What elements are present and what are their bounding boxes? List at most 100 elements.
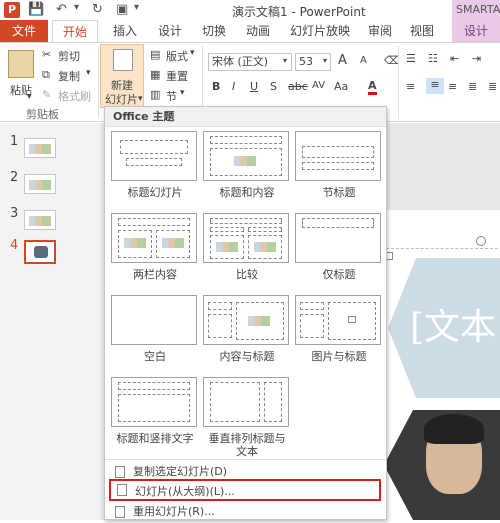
format-painter-icon[interactable]: ✎ bbox=[42, 88, 51, 101]
portrait-hair bbox=[424, 414, 484, 444]
selection-outline bbox=[386, 248, 498, 254]
tab-review[interactable]: 审阅 bbox=[360, 20, 400, 42]
layout-vertical-title-text[interactable] bbox=[203, 377, 289, 427]
justify-icon[interactable]: ≣ bbox=[468, 80, 477, 93]
layout-title-content[interactable] bbox=[203, 131, 289, 181]
increase-indent-icon[interactable]: ⇥ bbox=[472, 52, 481, 65]
reset-icon[interactable]: ▦ bbox=[150, 68, 160, 81]
undo-dropdown-icon[interactable]: ▾ bbox=[74, 2, 79, 13]
strikethrough-button[interactable]: abc bbox=[288, 80, 308, 93]
new-slide-button[interactable]: 新建 幻灯片 ▾ bbox=[100, 44, 144, 108]
font-name-select[interactable]: 宋体 (正文) bbox=[208, 53, 292, 71]
numbering-icon[interactable]: ☷ bbox=[428, 52, 438, 65]
cut-icon[interactable]: ✂ bbox=[42, 48, 51, 61]
placeholder bbox=[300, 314, 324, 338]
layout-dropdown-icon[interactable]: ▾ bbox=[190, 48, 195, 58]
new-slide-dropdown: Office 主题 标题幻灯片 标题和内容 节标题 两栏内容 比较 仅标题 空白… bbox=[104, 106, 387, 520]
cut-button[interactable]: 剪切 bbox=[58, 48, 80, 64]
layout-title-only[interactable] bbox=[295, 213, 381, 263]
dropdown-header: Office 主题 bbox=[105, 107, 386, 127]
layout-title-slide[interactable] bbox=[111, 131, 197, 181]
layout-button[interactable]: 版式 bbox=[166, 48, 188, 64]
layout-label: 仅标题 bbox=[322, 268, 356, 281]
font-dropdown-icon[interactable]: ▾ bbox=[283, 56, 287, 65]
bullets-icon[interactable]: ☰ bbox=[406, 52, 416, 65]
layout-label: 节标题 bbox=[322, 186, 356, 199]
copy-dropdown-icon[interactable]: ▾ bbox=[86, 68, 91, 78]
layout-label: 标题幻灯片 bbox=[127, 186, 183, 199]
char-spacing-button[interactable]: AV bbox=[312, 80, 325, 91]
content-icon bbox=[234, 156, 256, 166]
align-center-icon[interactable]: ≡ bbox=[426, 78, 444, 94]
layout-label: 标题和竖排文字 bbox=[116, 432, 194, 445]
layout-label: 图片与标题 bbox=[311, 350, 367, 363]
redo-icon[interactable]: ↻ bbox=[92, 2, 103, 17]
shadow-button[interactable]: S bbox=[270, 80, 277, 93]
layout-icon[interactable]: ▤ bbox=[150, 48, 160, 61]
menu-divider bbox=[105, 459, 386, 460]
bold-button[interactable]: B bbox=[212, 80, 220, 93]
paste-dropdown-icon[interactable]: ▾ bbox=[27, 92, 32, 102]
underline-button[interactable]: U bbox=[250, 80, 258, 93]
layout-title-vertical-text[interactable] bbox=[111, 377, 197, 427]
slides-from-outline-item[interactable]: 幻灯片(从大纲)(L)... bbox=[109, 479, 381, 501]
section-dropdown-icon[interactable]: ▾ bbox=[180, 88, 185, 98]
layout-content-caption[interactable] bbox=[203, 295, 289, 345]
customize-qat-icon[interactable]: ▾ bbox=[134, 2, 139, 13]
slide-thumbnail-4[interactable] bbox=[24, 240, 56, 264]
slide-thumbnail-1[interactable] bbox=[24, 138, 56, 158]
placeholder bbox=[118, 394, 190, 422]
picture-icon bbox=[348, 316, 356, 323]
slide-thumbnail-3[interactable] bbox=[24, 210, 56, 230]
placeholder bbox=[302, 218, 374, 228]
menu-item-label: 重用幻灯片(R)... bbox=[133, 505, 215, 518]
tab-insert[interactable]: 插入 bbox=[104, 20, 146, 42]
copy-button[interactable]: 复制 bbox=[58, 68, 80, 84]
italic-button[interactable]: I bbox=[232, 80, 235, 93]
tab-file[interactable]: 文件 bbox=[0, 20, 48, 42]
smartart-context-header: SMARTA bbox=[452, 0, 500, 20]
layout-picture-caption[interactable] bbox=[295, 295, 381, 345]
slide-number: 2 bbox=[10, 170, 19, 185]
placeholder bbox=[210, 136, 282, 144]
outline-icon bbox=[117, 484, 127, 496]
decrease-indent-icon[interactable]: ⇤ bbox=[450, 52, 459, 65]
distributed-icon[interactable]: ≣ bbox=[488, 80, 497, 93]
change-case-button[interactable]: Aa bbox=[334, 80, 348, 93]
undo-icon[interactable]: ↶ bbox=[56, 2, 67, 17]
copy-icon[interactable]: ⧉ bbox=[42, 68, 50, 82]
slide-number: 3 bbox=[10, 206, 19, 221]
layout-two-content[interactable] bbox=[111, 213, 197, 263]
placeholder bbox=[248, 227, 282, 232]
align-right-icon[interactable]: ≡ bbox=[448, 80, 457, 93]
tab-smartart-design[interactable]: 设计 bbox=[452, 20, 500, 42]
tab-home[interactable]: 开始 bbox=[52, 20, 98, 42]
tab-design[interactable]: 设计 bbox=[150, 20, 190, 42]
save-icon[interactable]: 💾 bbox=[28, 2, 44, 17]
format-painter-button[interactable]: 格式刷 bbox=[58, 88, 91, 104]
layout-label: 内容与标题 bbox=[219, 350, 275, 363]
layout-blank[interactable] bbox=[111, 295, 197, 345]
tab-slideshow[interactable]: 幻灯片放映 bbox=[282, 20, 358, 42]
tab-transitions[interactable]: 切换 bbox=[194, 20, 234, 42]
section-icon[interactable]: ▥ bbox=[150, 88, 160, 101]
paste-icon[interactable] bbox=[8, 50, 34, 78]
thumb-image bbox=[29, 180, 51, 190]
align-left-icon[interactable]: ≡ bbox=[406, 80, 415, 93]
tab-animations[interactable]: 动画 bbox=[238, 20, 278, 42]
reset-button[interactable]: 重置 bbox=[166, 68, 188, 84]
window-title: 演示文稿1 - PowerPoint bbox=[232, 5, 366, 19]
layout-comparison[interactable] bbox=[203, 213, 289, 263]
size-dropdown-icon[interactable]: ▾ bbox=[323, 56, 327, 65]
rotate-handle-icon[interactable] bbox=[476, 236, 486, 246]
from-beginning-icon[interactable]: ▣ bbox=[116, 2, 128, 17]
font-color-button[interactable]: A bbox=[368, 80, 377, 95]
slide-thumbnail-2[interactable] bbox=[24, 174, 56, 194]
grow-font-button[interactable]: A bbox=[338, 53, 347, 68]
shrink-font-button[interactable]: A bbox=[360, 55, 367, 66]
layout-section-header[interactable] bbox=[295, 131, 381, 181]
layout-label: 标题和内容 bbox=[219, 186, 275, 199]
slide-text-placeholder[interactable]: [文本 bbox=[410, 298, 496, 350]
tab-view[interactable]: 视图 bbox=[402, 20, 442, 42]
section-button[interactable]: 节 bbox=[166, 88, 177, 104]
